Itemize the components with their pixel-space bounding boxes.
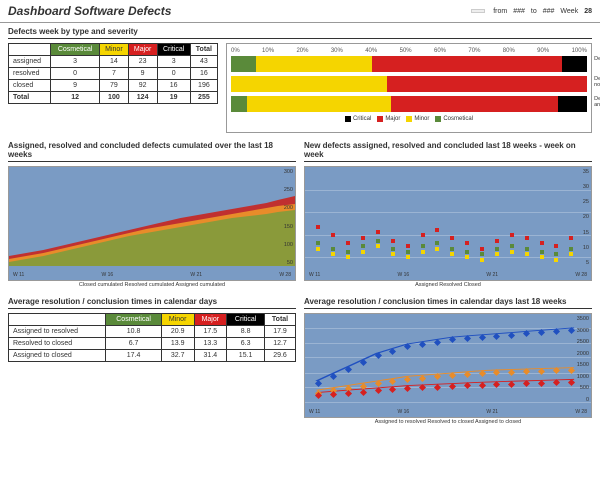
week-value: 28 — [584, 8, 592, 15]
axis-x-left: W 11W 16W 21W 28 — [13, 272, 291, 278]
table-row: Resolved to closed6.713.913.36.312.7 — [9, 338, 296, 350]
stacked-bar-chart: 0%10%20%30%40%50%60%70%80%90%100% Defect… — [226, 43, 592, 133]
stacked-legend: Critical Major Minor Cosmetical — [231, 116, 587, 122]
section-2-right-title: New defects assigned, resolved and concl… — [304, 141, 592, 162]
area-svg — [9, 166, 295, 266]
table-header-row: Cosmetical Minor Major Critical Total — [9, 44, 218, 56]
axis-y-right: 3530252015105 — [583, 169, 589, 266]
bar-resolved: Defects assigned, fix delivered, not yet… — [231, 76, 587, 92]
line-chart: 3500300025002000150010005000 W 11W 16W 2… — [304, 313, 592, 418]
scatter-chart: 3530252015105 W 11W 16W 21W 28 — [304, 166, 592, 281]
defects-table-wrap: Cosmetical Minor Major Critical Total as… — [8, 43, 218, 133]
axis-x-lines: W 11W 16W 21W 28 — [309, 409, 587, 415]
section-3-left: Average resolution / conclusion times in… — [8, 297, 296, 426]
scatter-legend: Assigned Resolved Closed — [304, 281, 592, 289]
section-1-title: Defects week by type and severity — [8, 27, 592, 39]
col-major: Major — [128, 44, 157, 56]
section-2: Assigned, resolved and concluded defects… — [0, 137, 600, 293]
table-header-row: Cosmetical Minor Major Critical Total — [9, 314, 296, 326]
header-button[interactable] — [471, 9, 485, 13]
from-label: from — [493, 8, 507, 15]
section-3-right-title: Average resolution / conclusion times in… — [304, 297, 592, 309]
axis-x-right: W 11W 16W 21W 28 — [309, 272, 587, 278]
axis-top: 0%10%20%30%40%50%60%70%80%90%100% — [231, 48, 587, 54]
week-label: Week — [560, 8, 578, 15]
resolution-table: Cosmetical Minor Major Critical Total As… — [8, 313, 296, 362]
bar-assigned: Defects assigned, fix pending — [231, 56, 587, 72]
section-2-right: New defects assigned, resolved and concl… — [304, 141, 592, 289]
section-3-left-title: Average resolution / conclusion times in… — [8, 297, 296, 309]
section-2-left-title: Assigned, resolved and concluded defects… — [8, 141, 296, 162]
table-row: Assigned to closed17.432.731.415.129.6 — [9, 350, 296, 362]
to-value: ### — [543, 8, 555, 15]
section-1: Defects week by type and severity Cosmet… — [0, 23, 600, 137]
page-title: Dashboard Software Defects — [8, 4, 463, 18]
from-value: ### — [513, 8, 525, 15]
section-3: Average resolution / conclusion times in… — [0, 293, 600, 430]
table-row: resolved079016 — [9, 68, 218, 80]
table-row-total: Total1210012419255 — [9, 92, 218, 104]
header-meta: from ### to ### Week 28 — [493, 8, 592, 15]
area-chart: 30025020015010050 W 11W 16W 21W 28 — [8, 166, 296, 281]
to-label: to — [531, 8, 537, 15]
section-2-left: Assigned, resolved and concluded defects… — [8, 141, 296, 289]
col-cosmetical: Cosmetical — [51, 44, 100, 56]
header: Dashboard Software Defects from ### to #… — [0, 0, 600, 23]
table-row: Assigned to resolved10.820.917.58.817.9 — [9, 326, 296, 338]
section-3-right: Average resolution / conclusion times in… — [304, 297, 592, 426]
col-critical: Critical — [157, 44, 190, 56]
table-row: closed9799216196 — [9, 80, 218, 92]
axis-y-left: 30025020015010050 — [284, 169, 293, 266]
area-legend: Closed cumulated Resolved cumulated Assi… — [8, 281, 296, 289]
bar-closed: Defects assigned, fix delivered and succ… — [231, 96, 587, 112]
table-row: assigned31423343 — [9, 56, 218, 68]
col-total: Total — [190, 44, 217, 56]
defects-table: Cosmetical Minor Major Critical Total as… — [8, 43, 218, 104]
col-minor: Minor — [100, 44, 129, 56]
line-legend: Assigned to resolved Resolved to closed … — [304, 418, 592, 426]
